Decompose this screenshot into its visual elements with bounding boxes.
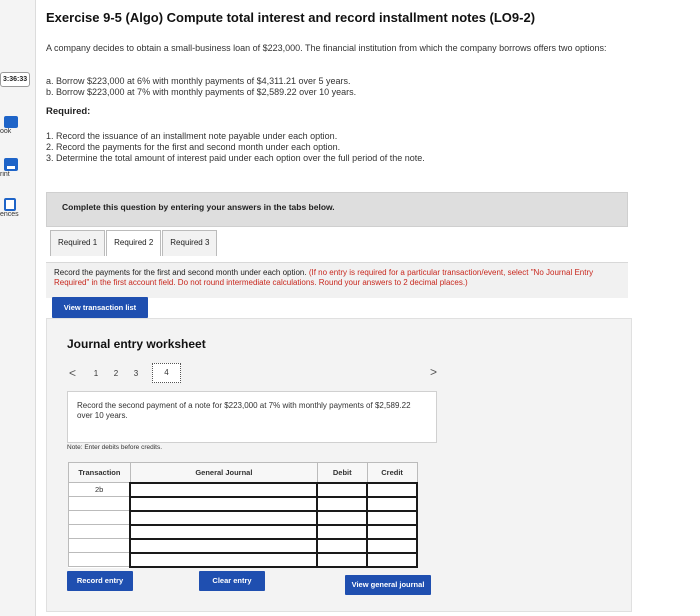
requirement-2: 2. Record the payments for the first and… [46, 142, 341, 152]
transaction-cell [68, 510, 131, 525]
requirement-3: 3. Determine the total amount of interes… [46, 153, 425, 163]
credit-input[interactable] [366, 481, 418, 498]
tab-required-1[interactable]: Required 1 [50, 230, 106, 256]
view-general-journal-button[interactable]: View general journal [345, 575, 431, 595]
debit-input[interactable] [316, 551, 369, 568]
page-4-current[interactable]: 4 [152, 363, 182, 383]
account-select[interactable] [129, 551, 319, 568]
transaction-cell: 2b [68, 482, 131, 497]
worksheet-title: Journal entry worksheet [67, 337, 206, 351]
account-select[interactable] [129, 537, 319, 554]
clear-entry-button[interactable]: Clear entry [199, 571, 265, 591]
view-transaction-list-button[interactable]: View transaction list [52, 297, 148, 318]
option-a: a. Borrow $223,000 at 6% with monthly pa… [46, 76, 351, 86]
requirements-list: 1. Record the issuance of an installment… [46, 131, 425, 164]
credit-input[interactable] [366, 509, 418, 526]
column-credit: Credit [366, 462, 418, 483]
references-label: ences [0, 211, 19, 218]
table-row [68, 523, 418, 540]
account-select[interactable] [129, 509, 319, 526]
journal-table: Transaction General Journal Debit Credit… [68, 462, 418, 568]
required-tabs: Required 1 Required 2 Required 3 [50, 230, 218, 256]
table-row: 2b [68, 481, 418, 498]
loan-options: a. Borrow $223,000 at 6% with monthly pa… [46, 76, 356, 98]
option-b: b. Borrow $223,000 at 7% with monthly pa… [46, 87, 357, 97]
ebook-label: ook [0, 128, 12, 135]
prev-arrow-icon[interactable]: < [69, 366, 76, 380]
column-general-journal: General Journal [129, 462, 318, 483]
account-select[interactable] [129, 495, 319, 512]
tab-required-3[interactable]: Required 3 [162, 230, 218, 256]
credit-input[interactable] [366, 495, 418, 512]
complete-question-banner: Complete this question by entering your … [46, 192, 628, 227]
next-arrow-icon[interactable]: > [430, 365, 437, 379]
references-icon [4, 198, 16, 211]
table-row [68, 495, 418, 512]
column-transaction: Transaction [68, 462, 131, 483]
account-select[interactable] [129, 523, 319, 540]
worksheet-pager: < 1 2 3 4 [69, 363, 185, 383]
print-label: rint [0, 171, 10, 178]
timer: 3:36:33 [0, 72, 30, 87]
journal-entry-worksheet: Journal entry worksheet < 1 2 3 4 > Reco… [46, 318, 632, 612]
transaction-cell [68, 552, 131, 567]
required-label: Required: [46, 106, 91, 117]
references-tool[interactable]: ences [0, 198, 34, 218]
table-row [68, 509, 418, 526]
credit-input[interactable] [366, 551, 418, 568]
account-select[interactable] [129, 481, 319, 498]
debit-input[interactable] [316, 495, 369, 512]
transaction-description: Record the second payment of a note for … [67, 391, 437, 443]
record-entry-button[interactable]: Record entry [67, 571, 133, 591]
table-row [68, 537, 418, 554]
debit-input[interactable] [316, 537, 369, 554]
page-3[interactable]: 3 [128, 369, 144, 378]
credit-input[interactable] [366, 523, 418, 540]
tab-required-2[interactable]: Required 2 [106, 230, 162, 256]
sidebar: 3:36:33 ook rint ences [0, 0, 36, 616]
column-debit: Debit [316, 462, 368, 483]
book-icon [4, 116, 18, 128]
print-tool[interactable]: rint [0, 158, 34, 178]
requirement-1: 1. Record the issuance of an installment… [46, 131, 338, 141]
instructions-box: Record the payments for the first and se… [46, 262, 628, 298]
transaction-cell [68, 538, 131, 553]
transaction-cell [68, 524, 131, 539]
debits-credits-note: Note: Enter debits before credits. [67, 444, 163, 451]
page-2[interactable]: 2 [108, 369, 124, 378]
print-icon [4, 158, 18, 171]
table-row [68, 551, 418, 568]
debit-input[interactable] [316, 481, 369, 498]
page-1[interactable]: 1 [88, 369, 104, 378]
exercise-title: Exercise 9-5 (Algo) Compute total intere… [46, 10, 536, 25]
debit-input[interactable] [316, 509, 369, 526]
credit-input[interactable] [366, 537, 418, 554]
ebook-tool[interactable]: ook [0, 116, 34, 135]
transaction-cell [68, 496, 131, 511]
exercise-intro: A company decides to obtain a small-busi… [46, 43, 607, 53]
instructions-main: Record the payments for the first and se… [54, 268, 307, 277]
debit-input[interactable] [316, 523, 369, 540]
